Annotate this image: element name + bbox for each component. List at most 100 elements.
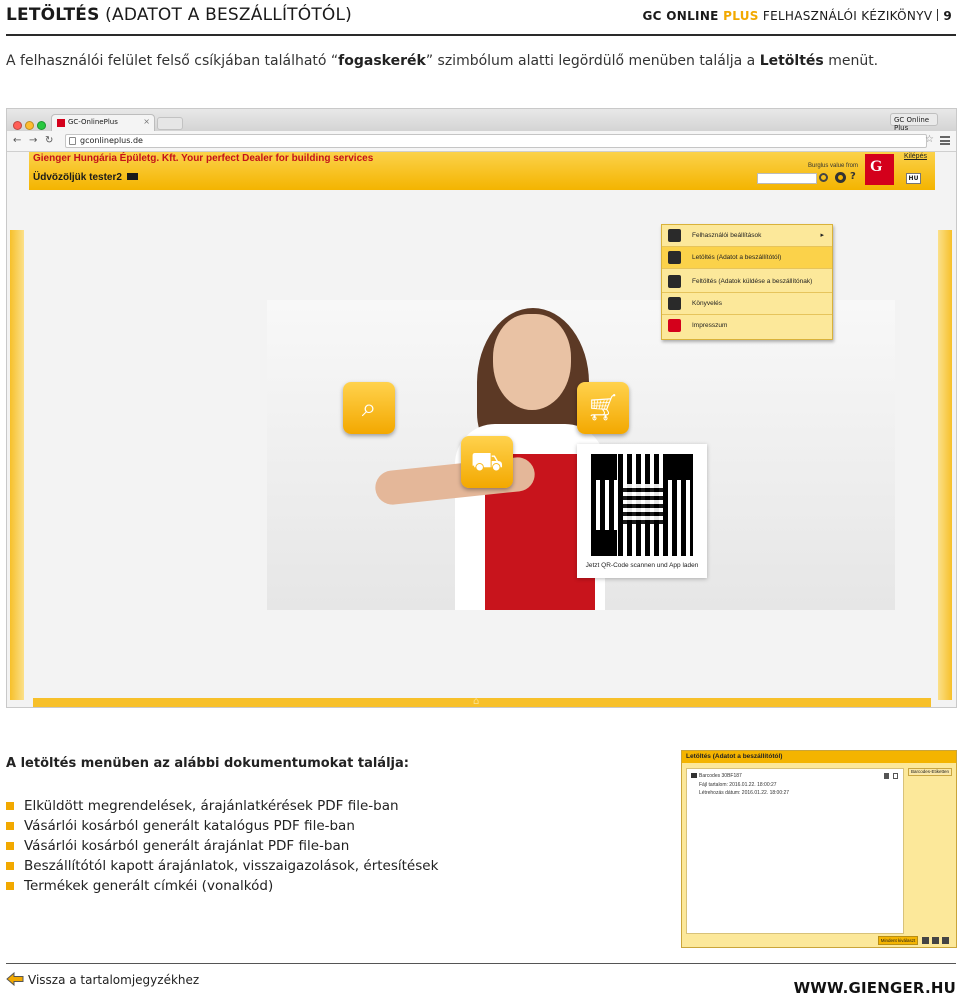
users-icon <box>668 229 681 242</box>
maximize-dot-icon[interactable] <box>37 121 46 130</box>
download-folder-icon <box>668 251 681 264</box>
site-footer-bar <box>33 696 931 707</box>
barcode-labels-button[interactable]: Barcodes-Etiketten <box>908 768 952 776</box>
favicon-icon <box>57 119 65 127</box>
browser-tab-bar: GC-OnlinePlus × GC Online Plus <box>7 109 956 132</box>
welcome-label: Üdvözöljük tester2 <box>33 172 122 183</box>
header-separator <box>937 9 939 21</box>
help-icon[interactable]: ? <box>850 171 861 182</box>
intro-text-2: ” szimbólum alatti legördülő menüben tal… <box>425 53 760 69</box>
list-item: Vásárlói kosárból generált árajánlat PDF… <box>6 836 438 856</box>
tab-title: GC-OnlinePlus <box>68 118 118 126</box>
browser-tab[interactable]: GC-OnlinePlus × <box>51 114 155 131</box>
menu-item-imprint[interactable]: Impresszum <box>662 315 832 337</box>
page-icon <box>69 137 76 145</box>
back-link-label: Vissza a tartalomjegyzékhez <box>28 973 200 987</box>
trash-icon[interactable] <box>932 937 939 944</box>
menu-item-label: Feltöltés (Adatok küldése a beszállítóna… <box>692 278 813 285</box>
list-item: Elküldött megrendelések, árajánlatkérése… <box>6 796 438 816</box>
calculator-icon <box>668 297 681 310</box>
download-file-panel: Barcodes 30BF187 Fájl tartalom: 2016.01.… <box>686 768 904 934</box>
qr-code-icon <box>591 454 693 556</box>
tab-close-icon[interactable]: × <box>143 117 150 126</box>
back-arrow-icon[interactable]: ← <box>13 135 21 146</box>
running-header: GC ONLINE PLUS FELHASZNÁLÓI KÉZIKÖNYV 9 <box>643 9 952 23</box>
cart-tile-icon[interactable]: 🛒︎ <box>577 382 629 434</box>
url-input[interactable]: gconlineplus.de <box>65 134 927 148</box>
url-text: gconlineplus.de <box>80 136 143 145</box>
menu-item-label: Könyvelés <box>692 300 722 307</box>
page-number: 9 <box>943 9 952 23</box>
checkbox-icon[interactable] <box>893 773 898 779</box>
list-item: Beszállítótól kapott árajánlatok, vissza… <box>6 856 438 876</box>
address-bar: ← → ↻ gconlineplus.de ☆ <box>7 131 956 152</box>
reload-icon[interactable]: ↻ <box>45 135 53 146</box>
download-window-screenshot: Letöltés (Adatot a beszállítótól) Barcod… <box>681 750 957 948</box>
brand-plus: PLUS <box>718 9 759 23</box>
back-arrow-icon <box>6 971 24 987</box>
menu-item-download[interactable]: Letöltés (Adatot a beszállítótól) <box>662 247 832 269</box>
menu-item-accounting[interactable]: Könyvelés <box>662 293 832 315</box>
select-all-button[interactable]: Mindent kiválaszt <box>878 936 918 945</box>
burglus-text: Burglus value from <box>808 163 859 169</box>
close-dot-icon[interactable] <box>13 121 22 130</box>
file-content-date: Fájl tartalom: 2016.01.22. 18:00:27 <box>699 782 777 788</box>
page-title: LETÖLTÉS (ADATOT A BESZÁLLÍTÓTÓL) <box>6 5 352 25</box>
gear-icon[interactable] <box>835 172 846 183</box>
page-title-bold: LETÖLTÉS <box>6 5 100 25</box>
list-item: Vásárlói kosárból generált katalógus PDF… <box>6 816 438 836</box>
site-search-input[interactable] <box>757 173 817 184</box>
welcome-text: Üdvözöljük tester2 <box>33 172 138 183</box>
language-badge[interactable]: HU <box>906 173 921 184</box>
menu-item-upload[interactable]: Feltöltés (Adatok küldése a beszállítóna… <box>662 271 832 293</box>
search-icon[interactable] <box>819 173 828 182</box>
face-shape <box>493 314 571 410</box>
brand-gc: GC ONLINE <box>642 9 719 23</box>
intro-text-3: menüt. <box>823 53 879 69</box>
section-heading: A letöltés menüben az alábbi dokumentumo… <box>6 756 409 771</box>
menu-item-user-settings[interactable]: Felhasználói beállítások ▸ <box>662 225 832 247</box>
logout-link[interactable]: Kilépés <box>904 153 927 160</box>
document-list: Elküldött megrendelések, árajánlatkérése… <box>6 796 438 896</box>
download-window-title: Letöltés (Adatot a beszállítótól) <box>682 751 956 763</box>
bookmark-star-icon[interactable]: ☆ <box>925 134 934 145</box>
menu-item-label: Letöltés (Adatot a beszállítótól) <box>692 254 782 261</box>
qr-code-card: Jetzt QR-Code scannen und App laden <box>577 444 707 578</box>
window-title: GC Online Plus <box>890 113 938 132</box>
website-url[interactable]: WWW.GIENGER.HU <box>794 979 956 997</box>
upload-folder-icon <box>668 275 681 288</box>
intro-bold-download: Letöltés <box>759 53 824 69</box>
settings-dropdown-menu: Felhasználói beállítások ▸ Letöltés (Ada… <box>661 224 833 340</box>
back-to-contents-link[interactable]: Vissza a tartalomjegyzékhez <box>6 971 200 987</box>
forward-arrow-icon[interactable]: → <box>29 135 37 146</box>
gc-logo-icon <box>668 319 681 332</box>
trash-icon[interactable] <box>884 773 889 779</box>
truck-tile-icon[interactable]: ⛟ <box>461 436 513 488</box>
print-icon[interactable] <box>942 937 949 944</box>
footer-rule <box>6 963 956 964</box>
gc-logo: G <box>865 154 894 185</box>
menu-item-label: Felhasználói beállítások <box>692 232 762 239</box>
intro-text-1: A felhasználói felület felső csíkjában t… <box>6 53 339 69</box>
brand-manual: FELHASZNÁLÓI KÉZIKÖNYV <box>758 9 933 23</box>
hero-image: ⌕ 🛒︎ ⛟ Jetzt QR-Code scannen und App lad… <box>267 300 895 610</box>
browser-menu-icon[interactable] <box>940 136 950 145</box>
file-name[interactable]: Barcodes 30BF187 <box>699 773 742 779</box>
left-side-panel[interactable] <box>10 230 24 700</box>
right-side-panel[interactable] <box>938 230 952 700</box>
intro-bold-gear: fogaskerék <box>338 53 426 69</box>
minimize-dot-icon[interactable] <box>25 121 34 130</box>
list-item: Termékek generált címkéi (vonalkód) <box>6 876 438 896</box>
intro-paragraph: A felhasználói felület felső csíkjában t… <box>6 53 878 69</box>
envelope-icon[interactable] <box>126 173 138 180</box>
website-viewport: ⌕ 🛒︎ ⛟ Jetzt QR-Code scannen und App lad… <box>7 152 956 707</box>
qr-caption: Jetzt QR-Code scannen und App laden <box>585 562 699 569</box>
submenu-arrow-icon: ▸ <box>820 232 824 239</box>
browser-screenshot: GC-OnlinePlus × GC Online Plus ← → ↻ gco… <box>6 108 957 708</box>
new-tab-button[interactable] <box>157 117 183 130</box>
search-tile-icon[interactable]: ⌕ <box>343 382 395 434</box>
site-header-banner: Gienger Hungária Épületg. Kft. Your perf… <box>29 152 935 190</box>
header-rule <box>6 34 956 36</box>
menu-item-label: Impresszum <box>692 322 728 329</box>
download-icon[interactable] <box>922 937 929 944</box>
